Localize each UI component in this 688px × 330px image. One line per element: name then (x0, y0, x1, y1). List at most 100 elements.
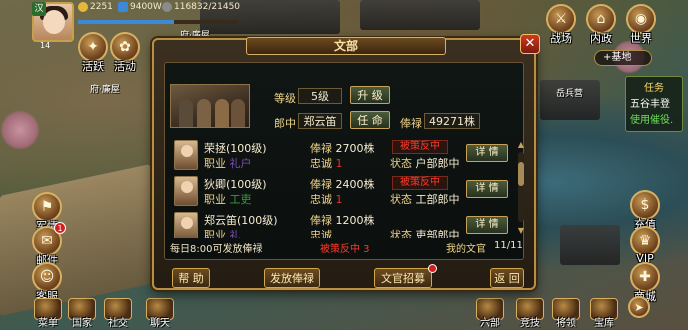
battle-label: 战场 (550, 32, 572, 45)
official-portrait (174, 212, 198, 238)
coin-icon (118, 2, 128, 12)
six-ministries-label: 六部 (480, 318, 500, 329)
detail-button[interactable]: 详 情 (466, 180, 508, 198)
help-button[interactable]: 帮 助 (172, 268, 210, 288)
official-row[interactable]: 郑云笛(100级) 职业 礼 俸禄 1200株 忠诚 状态 吏部郎中 详 情 (170, 210, 514, 238)
compete-button[interactable]: 竞技 (516, 298, 544, 329)
scroll-down-icon[interactable]: ▼ (514, 226, 528, 235)
arrow-icon: ➤ (628, 296, 650, 318)
official-name: 狄卿(100级) (204, 178, 267, 191)
social-button[interactable]: 社交 (104, 298, 132, 329)
task-title: 任务 (644, 83, 664, 94)
my-officials-label: 我的文官 (446, 244, 486, 255)
task-line2: 使用催役. (630, 115, 674, 126)
scrollbar-thumb[interactable] (518, 162, 524, 186)
city-wall (0, 164, 150, 316)
vip-button[interactable]: ♛ VIP (630, 226, 660, 265)
official-loyalty: 忠诚 1 (310, 157, 343, 170)
six-ministries-button[interactable]: 六部 (476, 298, 504, 329)
compete-label: 竞技 (520, 318, 540, 329)
activity-button[interactable]: ✦ 活跃 (78, 32, 108, 74)
activity-label: 活跃 (82, 60, 104, 73)
nation-button[interactable]: 国家 (68, 298, 96, 329)
official-name: 荣拯(100级) (204, 142, 267, 155)
level-label: 等级 (274, 92, 296, 105)
battle-button[interactable]: ⚔ 战场 (546, 4, 576, 46)
pay-salary-button[interactable]: 发放俸禄 (264, 268, 320, 288)
treasury-label: 宝库 (594, 318, 614, 329)
player-level: 14 (40, 41, 51, 50)
official-row[interactable]: 荣拯(100级) 职业 礼户 俸禄 2700株 忠诚 1 被策反中 状态 户部郎… (170, 138, 514, 174)
mail-badge: 1 (54, 222, 66, 234)
task-panel[interactable]: 任务 五谷丰登 使用催役. (625, 76, 683, 132)
building-roof (560, 225, 620, 265)
official-portrait (174, 140, 198, 170)
minister-value: 郑云笛 (298, 113, 342, 129)
scrollbar[interactable] (518, 152, 524, 222)
nation-tag: 汉 (32, 2, 46, 16)
exp-bar (78, 20, 238, 24)
salary-label: 俸禄 (400, 117, 422, 130)
treasury-button[interactable]: 宝库 (590, 298, 618, 329)
official-job: 职业 礼 (204, 229, 241, 238)
back-button[interactable]: 返 回 (490, 268, 524, 288)
detail-button[interactable]: 详 情 (466, 144, 508, 162)
avatar-face (43, 10, 65, 34)
menu-button[interactable]: 菜单 (34, 298, 62, 329)
subversion-tag: 被策反中 (392, 176, 448, 190)
map-label-barracks[interactable]: 岳兵营 (556, 86, 583, 99)
official-job: 职业 礼户 (204, 157, 252, 170)
capacity-resource[interactable]: 116832/21450 (162, 1, 240, 13)
silver-icon (162, 2, 172, 12)
official-name: 郑云笛(100级) (204, 214, 278, 227)
scroll-up-icon[interactable]: ▲ (514, 140, 528, 149)
food-value: 9400W (130, 2, 162, 12)
appoint-button[interactable]: 任 命 (350, 111, 390, 129)
ministry-dialog: 文部 ✕ 等级 5级 升 级 郎中 郑云笛 任 命 俸禄 49271株 荣拯(1… (152, 34, 540, 290)
official-row[interactable]: 狄卿(100级) 职业 工吏 俸禄 2400株 忠诚 1 被策反中 状态 工部郎… (170, 174, 514, 210)
world-button[interactable]: ◉ 世界 (626, 4, 656, 46)
domestic-button[interactable]: ⌂ 内政 (586, 4, 616, 46)
recruit-badge (428, 264, 437, 273)
official-status: 状态 工部郎中 (390, 193, 460, 206)
social-label: 社交 (108, 318, 128, 329)
upgrade-button[interactable]: 升 级 (350, 86, 390, 104)
capacity-value: 116832/21450 (174, 2, 241, 12)
base-button[interactable]: +基地 (594, 50, 652, 66)
dialog-footer: 每日8:00可发放俸禄 被策反中 3 我的文官 11/11 (170, 240, 523, 255)
general-button[interactable]: 将领 (552, 298, 580, 329)
menu-label: 菜单 (38, 318, 58, 329)
subversion-count: 被策反中 3 (320, 244, 370, 255)
chat-button[interactable]: 聊天 (146, 298, 174, 329)
official-salary: 俸禄 1200株 (310, 214, 375, 227)
event-button[interactable]: ✿ 活动 (110, 32, 140, 74)
officials-list[interactable]: 荣拯(100级) 职业 礼户 俸禄 2700株 忠诚 1 被策反中 状态 户部郎… (170, 136, 514, 238)
blossom-tree (0, 110, 40, 150)
official-job: 职业 工吏 (204, 193, 252, 206)
subversion-tag: 被策反中 (392, 140, 448, 154)
salary-schedule-note: 每日8:00可发放俸禄 (170, 244, 263, 255)
official-salary: 俸禄 2700株 (310, 142, 375, 155)
general-label: 将领 (556, 318, 576, 329)
gold-value: 2251 (90, 2, 113, 12)
salary-total-value: 49271株 (424, 113, 480, 129)
task-line1: 五谷丰登 (630, 99, 670, 110)
official-status: 状态 户部郎中 (390, 157, 460, 170)
close-icon[interactable]: ✕ (520, 34, 540, 54)
detail-button[interactable]: 详 情 (466, 216, 508, 234)
ministry-portrait (170, 84, 250, 128)
level-value: 5级 (298, 88, 342, 104)
official-status: 状态 吏部郎中 (390, 229, 460, 238)
collapse-arrow-button[interactable]: ➤ (628, 296, 650, 318)
food-resource[interactable]: 9400W (118, 1, 162, 13)
nation-label: 国家 (72, 318, 92, 329)
building-roof (360, 0, 480, 30)
map-label-house[interactable]: 府·廉屋 (90, 82, 120, 95)
official-portrait (174, 176, 198, 206)
official-salary: 俸禄 2400株 (310, 178, 375, 191)
chat-label: 聊天 (150, 318, 170, 329)
gold-resource[interactable]: 2251 (78, 1, 113, 13)
my-officials-count: 11/11 (494, 240, 523, 251)
dialog-title: 文部 (246, 37, 446, 55)
recruit-button[interactable]: 文官招募 (374, 268, 432, 288)
